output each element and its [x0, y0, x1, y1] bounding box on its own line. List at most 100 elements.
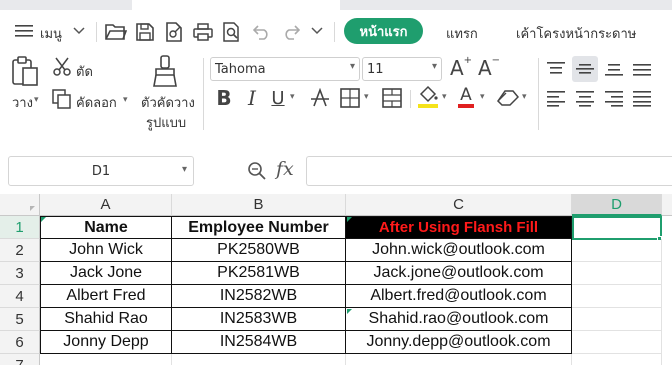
cell-d3[interactable]	[572, 262, 662, 285]
row-header-4[interactable]: 4	[0, 285, 40, 308]
fill-color-icon[interactable]	[416, 84, 440, 110]
cell-b5[interactable]: IN2583WB	[172, 308, 346, 331]
cell-b1[interactable]: Employee Number	[172, 216, 346, 239]
copy-label[interactable]: คัดลอก	[76, 92, 117, 113]
italic-icon[interactable]: I	[242, 86, 262, 110]
row-header-3[interactable]: 3	[0, 262, 40, 285]
row-header-6[interactable]: 6	[0, 331, 40, 354]
cell-a7[interactable]	[40, 354, 172, 365]
cell-a6[interactable]: Jonny Depp	[40, 331, 172, 354]
column-header-c[interactable]: C	[346, 194, 572, 216]
cell-a2[interactable]: John Wick	[40, 239, 172, 262]
cell-a4[interactable]: Albert Fred	[40, 285, 172, 308]
cell-d5[interactable]	[572, 308, 662, 331]
font-color-dropdown-icon[interactable]: ▾	[480, 92, 485, 102]
scissors-icon[interactable]	[51, 56, 73, 78]
column-header-b[interactable]: B	[172, 194, 346, 216]
fill-color-dropdown-icon[interactable]: ▾	[442, 92, 447, 102]
paste-dropdown-icon[interactable]: ▾	[34, 95, 39, 105]
merge-cells-icon[interactable]	[380, 86, 404, 110]
print-icon[interactable]	[191, 20, 215, 44]
zoom-search-icon[interactable]	[246, 160, 268, 182]
cell-d7[interactable]	[572, 354, 662, 365]
underline-icon[interactable]: U	[268, 86, 288, 110]
redo-icon[interactable]	[279, 20, 303, 44]
cell-b4[interactable]: IN2582WB	[172, 285, 346, 308]
select-all-corner[interactable]	[0, 194, 40, 216]
copy-dropdown-icon[interactable]: ▾	[123, 95, 128, 105]
formula-input[interactable]	[306, 156, 672, 186]
save-icon[interactable]	[133, 20, 157, 44]
spreadsheet-grid[interactable]: A B C D 1 2 3 4 5 6 7 Name Employee Numb…	[0, 194, 672, 365]
align-middle-icon[interactable]	[573, 58, 597, 80]
cell-d4[interactable]	[572, 285, 662, 308]
font-name-select[interactable]: Tahoma ▾	[210, 57, 360, 81]
cell-c3[interactable]: Jack.jone@outlook.com	[346, 262, 572, 285]
paste-icon[interactable]	[10, 54, 40, 88]
cell-d6[interactable]	[572, 331, 662, 354]
font-name-value: Tahoma	[215, 61, 266, 77]
row-header-5[interactable]: 5	[0, 308, 40, 331]
borders-dropdown-icon[interactable]: ▾	[364, 92, 369, 102]
bold-icon[interactable]: B	[214, 86, 234, 110]
cell-b3[interactable]: PK2581WB	[172, 262, 346, 285]
print-preview-icon[interactable]	[220, 20, 244, 44]
hamburger-icon[interactable]	[14, 22, 34, 40]
row-header-2[interactable]: 2	[0, 239, 40, 262]
cell-a5[interactable]: Shahid Rao	[40, 308, 172, 331]
cell-c1[interactable]: After Using Flansh Fill	[346, 216, 572, 239]
quick-access-dropdown-icon[interactable]	[310, 24, 324, 38]
tab-insert[interactable]: แทรก	[446, 23, 478, 44]
column-header-e[interactable]	[662, 194, 672, 216]
cell-d2[interactable]	[572, 239, 662, 262]
font-size-select[interactable]: 11 ▾	[362, 57, 442, 81]
cell-b7[interactable]	[172, 354, 346, 365]
chevron-down-icon[interactable]	[72, 24, 86, 38]
row-header-1[interactable]: 1	[0, 216, 40, 239]
increase-font-icon[interactable]: A +	[450, 55, 472, 81]
cell-d1[interactable]	[572, 216, 662, 240]
justify-icon[interactable]	[630, 88, 654, 110]
row-header-7[interactable]: 7	[0, 354, 40, 365]
align-center-icon[interactable]	[573, 88, 597, 110]
cell-b6[interactable]: IN2584WB	[172, 331, 346, 354]
align-right-icon[interactable]	[602, 88, 626, 110]
cell-a1[interactable]: Name	[40, 216, 172, 239]
formula-bar: D1 ▾ fx	[0, 144, 672, 194]
borders-icon[interactable]	[338, 86, 362, 110]
cell-c4[interactable]: Albert.fred@outlook.com	[346, 285, 572, 308]
cell-b2[interactable]: PK2580WB	[172, 239, 346, 262]
clear-format-icon[interactable]	[496, 86, 520, 110]
export-icon[interactable]	[162, 20, 186, 44]
underline-dropdown-icon[interactable]: ▾	[290, 92, 295, 102]
align-bottom-icon[interactable]	[602, 58, 626, 80]
clear-format-dropdown-icon[interactable]: ▾	[522, 92, 527, 102]
cell-c2[interactable]: John.wick@outlook.com	[346, 239, 572, 262]
undo-icon[interactable]	[250, 20, 274, 44]
tab-page-layout[interactable]: เค้าโครงหน้ากระดาษ	[516, 23, 636, 44]
strikethrough-icon[interactable]	[308, 86, 332, 110]
document-tab[interactable]	[132, 0, 340, 10]
tab-home[interactable]: หน้าแรก	[344, 18, 423, 44]
cell-c7[interactable]	[346, 354, 572, 365]
column-header-a[interactable]: A	[40, 194, 172, 216]
paste-label[interactable]: วาง	[12, 92, 33, 113]
cut-label[interactable]: ตัด	[76, 61, 93, 82]
cell-c5[interactable]: Shahid.rao@outlook.com	[346, 308, 572, 331]
align-top-icon[interactable]	[544, 58, 568, 80]
name-box[interactable]: D1 ▾	[8, 156, 194, 186]
open-folder-icon[interactable]	[104, 20, 128, 44]
cell-a3[interactable]: Jack Jone	[40, 262, 172, 285]
menu-label[interactable]: เมนู	[40, 23, 62, 44]
format-painter-label[interactable]: ตัวคัดวาง	[141, 92, 195, 113]
format-painter-icon[interactable]	[150, 54, 180, 88]
copy-icon[interactable]	[51, 88, 73, 110]
decrease-font-icon[interactable]: A −	[478, 55, 500, 81]
align-left-icon[interactable]	[544, 88, 568, 110]
font-color-icon[interactable]: A	[456, 84, 476, 110]
orientation-icon[interactable]	[630, 58, 654, 80]
column-header-d[interactable]: D	[572, 194, 662, 216]
format-painter-label-line2[interactable]: รูปแบบ	[146, 112, 186, 133]
cell-c6[interactable]: Jonny.depp@outlook.com	[346, 331, 572, 354]
fx-label[interactable]: fx	[276, 158, 294, 180]
